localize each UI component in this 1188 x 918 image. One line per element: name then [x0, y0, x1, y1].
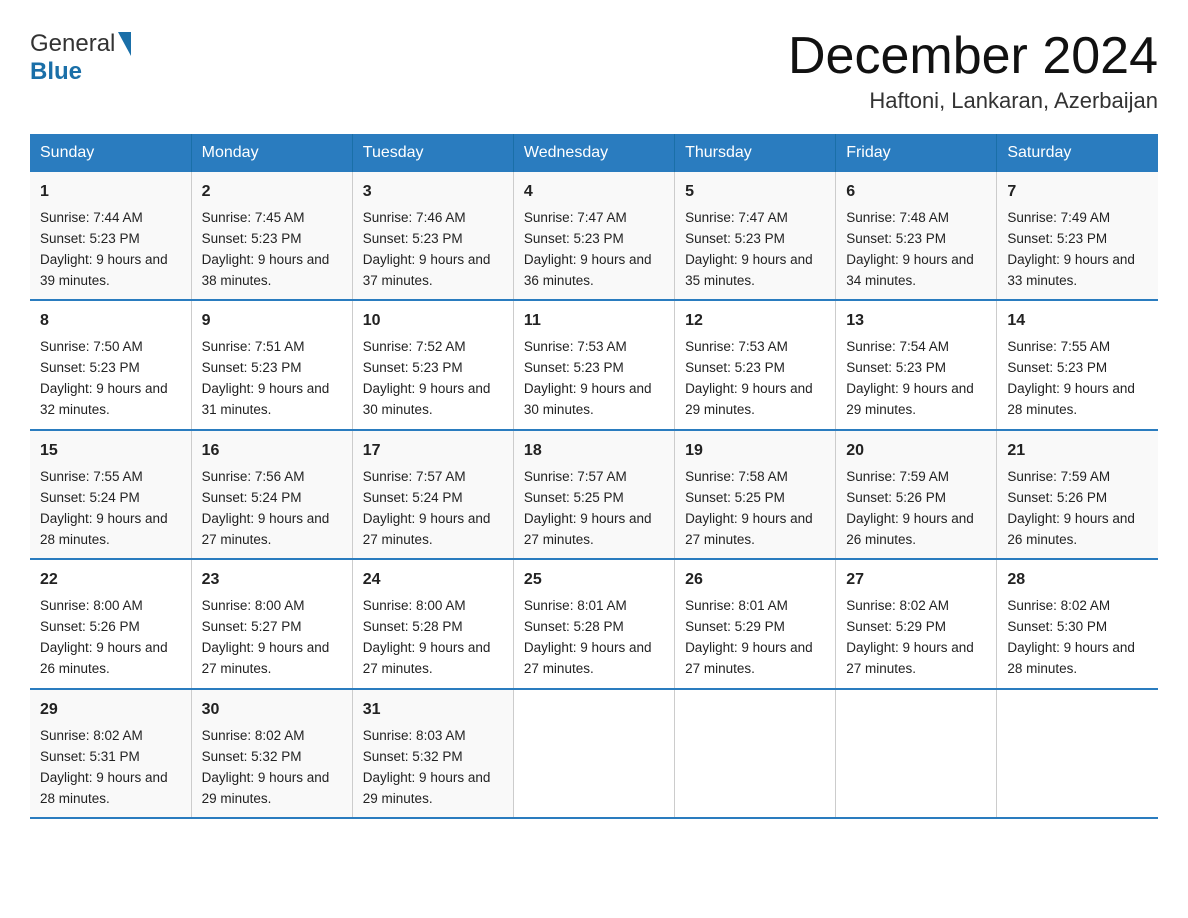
day-number: 14	[1007, 309, 1148, 334]
day-number: 29	[40, 698, 181, 723]
day-number: 16	[202, 439, 342, 464]
day-number: 7	[1007, 180, 1148, 205]
calendar-day-header: Friday	[836, 134, 997, 172]
calendar-cell: 28Sunrise: 8:02 AMSunset: 5:30 PMDayligh…	[997, 559, 1158, 688]
calendar-cell: 5Sunrise: 7:47 AMSunset: 5:23 PMDaylight…	[675, 172, 836, 300]
calendar-cell: 23Sunrise: 8:00 AMSunset: 5:27 PMDayligh…	[191, 559, 352, 688]
day-number: 5	[685, 180, 825, 205]
calendar-week-row: 29Sunrise: 8:02 AMSunset: 5:31 PMDayligh…	[30, 689, 1158, 818]
day-number: 18	[524, 439, 664, 464]
day-number: 20	[846, 439, 986, 464]
logo-text: General Blue	[30, 30, 132, 85]
day-number: 27	[846, 568, 986, 593]
calendar-cell: 2Sunrise: 7:45 AMSunset: 5:23 PMDaylight…	[191, 172, 352, 300]
day-number: 6	[846, 180, 986, 205]
day-number: 4	[524, 180, 664, 205]
calendar-cell	[836, 689, 997, 818]
calendar-cell	[675, 689, 836, 818]
calendar-cell: 16Sunrise: 7:56 AMSunset: 5:24 PMDayligh…	[191, 430, 352, 559]
calendar-day-header: Thursday	[675, 134, 836, 172]
day-number: 11	[524, 309, 664, 334]
calendar-cell: 21Sunrise: 7:59 AMSunset: 5:26 PMDayligh…	[997, 430, 1158, 559]
day-number: 10	[363, 309, 503, 334]
day-number: 22	[40, 568, 181, 593]
calendar-cell: 7Sunrise: 7:49 AMSunset: 5:23 PMDaylight…	[997, 172, 1158, 300]
calendar-day-header: Monday	[191, 134, 352, 172]
day-number: 17	[363, 439, 503, 464]
calendar-week-row: 22Sunrise: 8:00 AMSunset: 5:26 PMDayligh…	[30, 559, 1158, 688]
day-number: 15	[40, 439, 181, 464]
calendar-cell: 13Sunrise: 7:54 AMSunset: 5:23 PMDayligh…	[836, 300, 997, 429]
calendar-week-row: 1Sunrise: 7:44 AMSunset: 5:23 PMDaylight…	[30, 172, 1158, 300]
calendar-title: December 2024	[788, 30, 1158, 82]
calendar-cell: 9Sunrise: 7:51 AMSunset: 5:23 PMDaylight…	[191, 300, 352, 429]
day-number: 25	[524, 568, 664, 593]
calendar-cell: 19Sunrise: 7:58 AMSunset: 5:25 PMDayligh…	[675, 430, 836, 559]
calendar-cell: 22Sunrise: 8:00 AMSunset: 5:26 PMDayligh…	[30, 559, 191, 688]
calendar-week-row: 8Sunrise: 7:50 AMSunset: 5:23 PMDaylight…	[30, 300, 1158, 429]
calendar-cell: 25Sunrise: 8:01 AMSunset: 5:28 PMDayligh…	[513, 559, 674, 688]
calendar-cell: 29Sunrise: 8:02 AMSunset: 5:31 PMDayligh…	[30, 689, 191, 818]
calendar-header-row: SundayMondayTuesdayWednesdayThursdayFrid…	[30, 134, 1158, 172]
calendar-day-header: Wednesday	[513, 134, 674, 172]
calendar-cell: 1Sunrise: 7:44 AMSunset: 5:23 PMDaylight…	[30, 172, 191, 300]
calendar-cell: 30Sunrise: 8:02 AMSunset: 5:32 PMDayligh…	[191, 689, 352, 818]
day-number: 9	[202, 309, 342, 334]
calendar-day-header: Tuesday	[352, 134, 513, 172]
logo-general: General	[30, 30, 115, 58]
calendar-cell: 31Sunrise: 8:03 AMSunset: 5:32 PMDayligh…	[352, 689, 513, 818]
calendar-cell	[997, 689, 1158, 818]
day-number: 3	[363, 180, 503, 205]
calendar-cell: 18Sunrise: 7:57 AMSunset: 5:25 PMDayligh…	[513, 430, 674, 559]
day-number: 31	[363, 698, 503, 723]
calendar-cell: 12Sunrise: 7:53 AMSunset: 5:23 PMDayligh…	[675, 300, 836, 429]
day-number: 19	[685, 439, 825, 464]
calendar-week-row: 15Sunrise: 7:55 AMSunset: 5:24 PMDayligh…	[30, 430, 1158, 559]
logo-triangle-icon	[118, 32, 131, 56]
page-header: General Blue December 2024 Haftoni, Lank…	[30, 30, 1158, 114]
day-number: 21	[1007, 439, 1148, 464]
calendar-table: SundayMondayTuesdayWednesdayThursdayFrid…	[30, 134, 1158, 819]
day-number: 26	[685, 568, 825, 593]
calendar-cell: 20Sunrise: 7:59 AMSunset: 5:26 PMDayligh…	[836, 430, 997, 559]
calendar-day-header: Sunday	[30, 134, 191, 172]
day-number: 28	[1007, 568, 1148, 593]
day-number: 30	[202, 698, 342, 723]
day-number: 8	[40, 309, 181, 334]
day-number: 1	[40, 180, 181, 205]
day-number: 23	[202, 568, 342, 593]
calendar-cell: 15Sunrise: 7:55 AMSunset: 5:24 PMDayligh…	[30, 430, 191, 559]
calendar-cell	[513, 689, 674, 818]
calendar-cell: 14Sunrise: 7:55 AMSunset: 5:23 PMDayligh…	[997, 300, 1158, 429]
day-number: 24	[363, 568, 503, 593]
calendar-cell: 24Sunrise: 8:00 AMSunset: 5:28 PMDayligh…	[352, 559, 513, 688]
calendar-cell: 11Sunrise: 7:53 AMSunset: 5:23 PMDayligh…	[513, 300, 674, 429]
title-block: December 2024 Haftoni, Lankaran, Azerbai…	[788, 30, 1158, 114]
calendar-cell: 6Sunrise: 7:48 AMSunset: 5:23 PMDaylight…	[836, 172, 997, 300]
calendar-day-header: Saturday	[997, 134, 1158, 172]
logo-blue: Blue	[30, 58, 132, 86]
calendar-cell: 8Sunrise: 7:50 AMSunset: 5:23 PMDaylight…	[30, 300, 191, 429]
logo: General Blue	[30, 30, 132, 85]
calendar-cell: 27Sunrise: 8:02 AMSunset: 5:29 PMDayligh…	[836, 559, 997, 688]
calendar-cell: 26Sunrise: 8:01 AMSunset: 5:29 PMDayligh…	[675, 559, 836, 688]
calendar-cell: 10Sunrise: 7:52 AMSunset: 5:23 PMDayligh…	[352, 300, 513, 429]
calendar-cell: 4Sunrise: 7:47 AMSunset: 5:23 PMDaylight…	[513, 172, 674, 300]
calendar-cell: 17Sunrise: 7:57 AMSunset: 5:24 PMDayligh…	[352, 430, 513, 559]
day-number: 13	[846, 309, 986, 334]
calendar-subtitle: Haftoni, Lankaran, Azerbaijan	[788, 88, 1158, 114]
calendar-cell: 3Sunrise: 7:46 AMSunset: 5:23 PMDaylight…	[352, 172, 513, 300]
day-number: 12	[685, 309, 825, 334]
day-number: 2	[202, 180, 342, 205]
